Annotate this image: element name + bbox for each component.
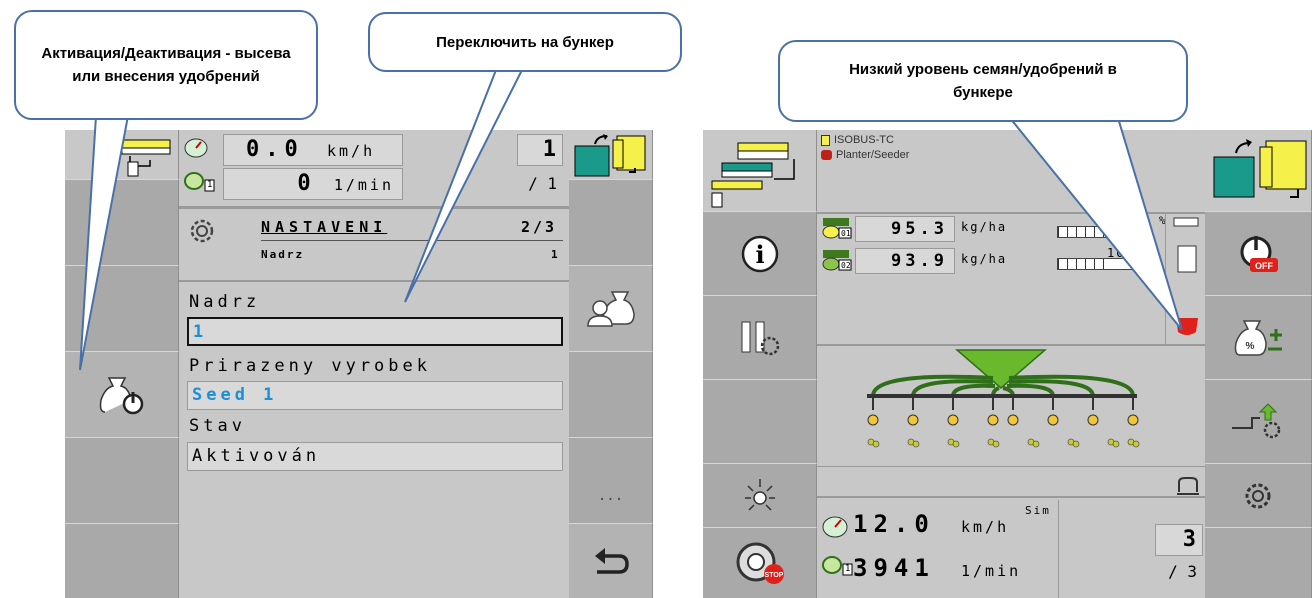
switch-tank-callout-text: Переключить на бункер [436, 33, 614, 51]
low-level-callout-text: Низкий уровень семян/удобрений в бункере [849, 61, 1117, 101]
activation-callout: Активация/Деактивация - высева или внесе… [14, 10, 318, 120]
switch-tank-callout: Переключить на бункер [368, 12, 682, 72]
low-level-callout: Низкий уровень семян/удобрений в бункере [778, 40, 1188, 122]
activation-callout-text: Активация/Деактивация - высева или внесе… [41, 45, 291, 85]
